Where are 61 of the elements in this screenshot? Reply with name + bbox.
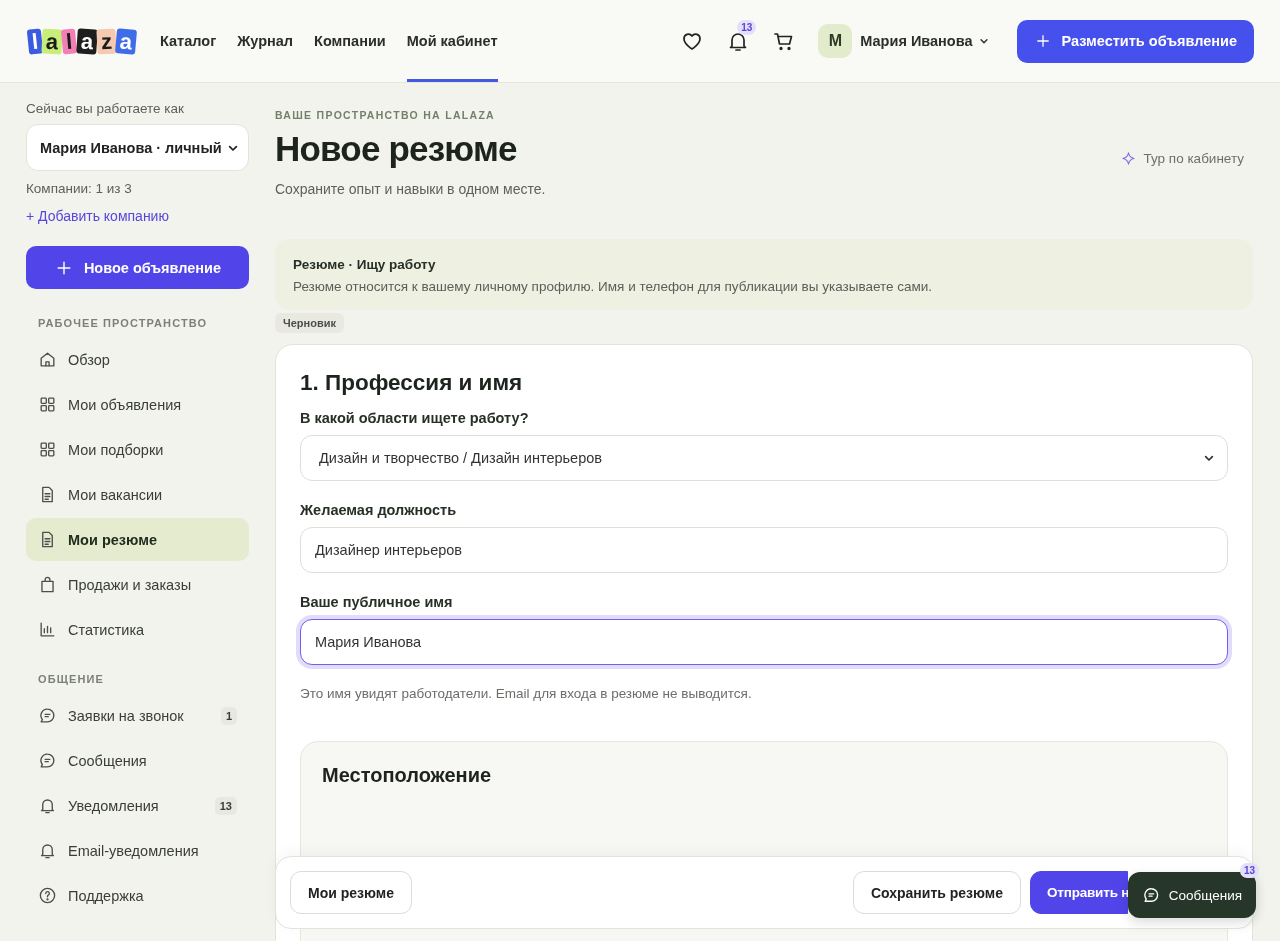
- field-label: Желаемая должность: [300, 502, 458, 518]
- help-icon: [38, 886, 57, 905]
- chat-icon: [38, 706, 57, 725]
- count-badge: 1: [220, 706, 237, 725]
- status-chip: Черновик: [275, 313, 344, 333]
- count-badge: 13: [214, 796, 237, 815]
- bar-chart-icon: [38, 620, 57, 639]
- avatar[interactable]: М: [818, 24, 853, 58]
- bell-icon: [38, 796, 57, 815]
- section-label: Сейчас вы работаете как: [26, 101, 185, 116]
- grid-icon: [38, 440, 57, 459]
- field-label: Ваше публичное имя: [300, 594, 454, 610]
- save-button[interactable]: Сохранить резюме: [852, 871, 1021, 914]
- field-label: В какой области ищете работу?: [300, 410, 530, 426]
- banner-text: Резюме относится к вашему личному профилю. Имя и телефон для публикации вы указываете сами.: [293, 279, 934, 294]
- new-ad-button[interactable]: Новое объявление: [26, 246, 249, 289]
- banner-title: Резюме · Ищу работу: [293, 257, 437, 272]
- page-subtitle: Сохраните опыт и навыки в одном месте.: [275, 181, 546, 197]
- sidebar-item[interactable]: Обзор: [26, 338, 249, 381]
- sidebar-item[interactable]: Уведомления 13: [26, 784, 249, 827]
- companies-count: Компании: 1 из 3: [26, 181, 133, 196]
- profile-select[interactable]: Мария Иванова · личный: [26, 124, 249, 171]
- section-heading: ОБЩЕНИЕ: [38, 673, 105, 685]
- sidebar-item[interactable]: Заявки на звонок 1: [26, 694, 249, 737]
- back-button[interactable]: Мои резюме: [290, 871, 412, 914]
- section-title: 1. Профессия и имя: [300, 370, 524, 396]
- notification-badge: 13: [737, 20, 757, 35]
- sidebar-item[interactable]: Мои резюме: [26, 518, 249, 561]
- select-field[interactable]: Дизайн и творчество / Дизайн интерьеров: [300, 435, 1228, 481]
- logo[interactable]: lalaza: [28, 28, 136, 54]
- messages-label: Сообщения: [1168, 887, 1242, 903]
- add-company-link[interactable]: + Добавить компанию: [26, 208, 169, 224]
- sidebar-item[interactable]: Продажи и заказы: [26, 563, 249, 606]
- sidebar-item[interactable]: Поддержка: [26, 874, 249, 917]
- post-ad-button[interactable]: Разместить объявление: [1016, 19, 1254, 63]
- field-hint: Это имя увидят работодатели. Email для входа в резюме не выводится.: [300, 686, 753, 701]
- home-icon: [38, 350, 57, 369]
- input-field[interactable]: Мария Иванова: [300, 619, 1228, 665]
- eyebrow-label: ВАШЕ ПРОСТРАНСТВО НА LALAZA: [275, 109, 496, 121]
- sidebar-item[interactable]: Сообщения: [26, 739, 249, 782]
- sidebar-item[interactable]: Email-уведомления: [26, 829, 249, 872]
- nav-link[interactable]: Каталог: [160, 0, 217, 82]
- section-heading: РАБОЧЕЕ ПРОСТРАНСТВО: [38, 317, 209, 329]
- sidebar-item[interactable]: Мои объявления: [26, 383, 249, 426]
- chat-icon: [38, 751, 57, 770]
- grid-icon: [38, 395, 57, 414]
- sparkle-icon: [1120, 151, 1136, 166]
- sidebar-item[interactable]: Статистика: [26, 608, 249, 651]
- sidebar-item[interactable]: Мои вакансии: [26, 473, 249, 516]
- bag-icon: [38, 575, 57, 594]
- bell-icon: [38, 841, 57, 860]
- subsection-title: Местоположение: [322, 764, 493, 787]
- nav-link[interactable]: Мой кабинет: [406, 0, 498, 82]
- nav-link[interactable]: Журнал: [237, 0, 294, 82]
- user-name[interactable]: Мария Иванова: [860, 33, 973, 49]
- page-title: Новое резюме: [275, 129, 518, 169]
- sidebar-item[interactable]: Мои подборки: [26, 428, 249, 471]
- submit-button[interactable]: Отправить н: [1030, 871, 1128, 914]
- nav-link[interactable]: Компании: [314, 0, 386, 82]
- input-field[interactable]: Дизайнер интерьеров: [300, 527, 1228, 573]
- tour-link[interactable]: Тур по кабинету: [1120, 151, 1244, 166]
